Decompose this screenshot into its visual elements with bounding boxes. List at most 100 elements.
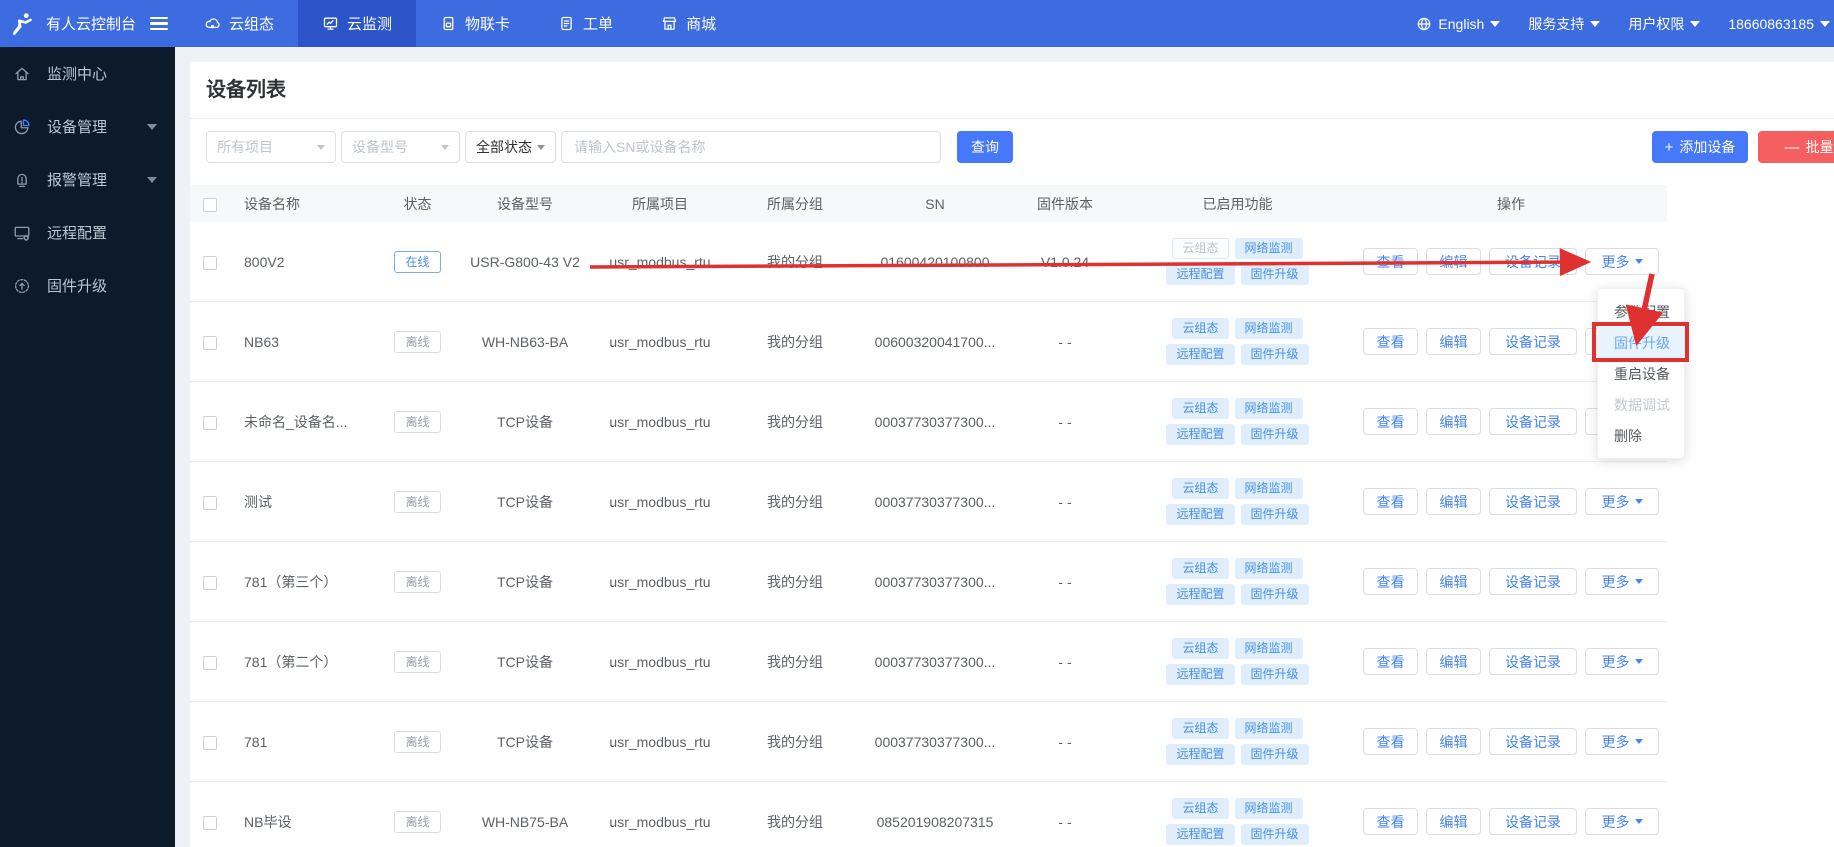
device-record-button[interactable]: 设备记录 [1489,648,1577,675]
feature-tag: 云组态 [1172,478,1228,499]
device-name-cell: 781（第三个） [230,572,375,592]
service-support-menu[interactable]: 服务支持 [1528,14,1600,34]
row-checkbox[interactable] [203,576,217,590]
edit-button[interactable]: 编辑 [1426,248,1481,275]
device-record-button[interactable]: 设备记录 [1489,328,1577,355]
row-checkbox[interactable] [203,336,217,350]
view-button-label: 查看 [1377,572,1405,592]
sidebar-item-label: 远程配置 [47,222,107,243]
edit-button[interactable]: 编辑 [1426,568,1481,595]
feature-tag: 远程配置 [1166,584,1234,605]
tab-store[interactable]: 商城 [637,0,740,47]
user-permission-menu[interactable]: 用户权限 [1628,14,1700,34]
device-record-button[interactable]: 设备记录 [1489,568,1577,595]
dropdown-item[interactable]: 删除 [1598,420,1684,451]
project-cell: usr_modbus_rtu [590,654,730,670]
device-record-button[interactable]: 设备记录 [1489,488,1577,515]
firmware-cell: - - [1010,654,1120,670]
dropdown-item[interactable]: 参数配置 [1598,296,1684,327]
service-support-label: 服务支持 [1528,14,1584,34]
feature-tag: 网络监测 [1235,638,1303,659]
tab-cloud[interactable]: 云组态 [180,0,298,47]
tab-sim-card[interactable]: 物联卡 [416,0,534,47]
view-button[interactable]: 查看 [1363,728,1418,755]
more-button[interactable]: 更多 [1585,568,1659,595]
view-button[interactable]: 查看 [1363,568,1418,595]
row-checkbox[interactable] [203,416,217,430]
tab-label: 工单 [583,13,613,34]
device-model-cell: WH-NB63-BA [460,334,590,350]
more-button[interactable]: 更多 [1585,728,1659,755]
view-button[interactable]: 查看 [1363,328,1418,355]
tab-monitor[interactable]: 云监测 [298,0,416,47]
select-all-checkbox[interactable] [203,198,217,212]
status-badge: 离线 [394,811,440,833]
table-row: 781（第二个）离线TCP设备usr_modbus_rtu我的分组0003773… [190,622,1667,702]
status-filter-select[interactable]: 全部状态 [465,131,556,163]
edit-button[interactable]: 编辑 [1426,488,1481,515]
row-checkbox[interactable] [203,656,217,670]
row-checkbox[interactable] [203,496,217,510]
more-button[interactable]: 更多 [1585,808,1659,835]
device-record-button[interactable]: 设备记录 [1489,808,1577,835]
row-checkbox[interactable] [203,816,217,830]
project-cell: usr_modbus_rtu [590,414,730,430]
sidebar-item-firmware-upgrade[interactable]: 固件升级 [0,259,175,312]
view-button[interactable]: 查看 [1363,408,1418,435]
row-select-cell [190,493,230,509]
device-model-cell: TCP设备 [460,652,590,672]
remote-config-icon [13,224,31,242]
usr-person-logo-icon[interactable] [10,11,36,37]
caret-down-icon [147,177,157,183]
add-device-button[interactable]: + 添加设备 [1652,131,1748,163]
edit-button[interactable]: 编辑 [1426,808,1481,835]
feature-tags: 云组态网络监测远程配置固件升级 [1120,558,1355,605]
language-selector[interactable]: English [1416,16,1500,32]
more-button[interactable]: 更多 [1585,648,1659,675]
view-button[interactable]: 查看 [1363,648,1418,675]
batch-delete-button[interactable]: — 批量删除 [1758,131,1834,163]
firmware-cell: - - [1010,814,1120,830]
row-checkbox[interactable] [203,256,217,270]
column-header: 设备型号 [460,194,590,214]
feature-tag: 固件升级 [1241,344,1309,365]
view-button-label: 查看 [1377,812,1405,832]
sidebar-item-pie-chart[interactable]: 设备管理 [0,100,175,153]
tab-label: 云监测 [347,13,392,34]
feature-tag: 远程配置 [1166,264,1234,285]
device-record-button[interactable]: 设备记录 [1489,728,1577,755]
sidebar-item-alarm[interactable]: 报警管理 [0,153,175,206]
device-record-button[interactable]: 设备记录 [1489,408,1577,435]
edit-button[interactable]: 编辑 [1426,408,1481,435]
more-button-label: 更多 [1602,492,1630,512]
dropdown-item[interactable]: 重启设备 [1598,358,1684,389]
menu-toggle-icon[interactable] [150,17,168,31]
row-checkbox[interactable] [203,736,217,750]
tab-work-order[interactable]: 工单 [534,0,637,47]
more-button[interactable]: 更多 [1585,488,1659,515]
feature-tag-line: 云组态网络监测 [1172,558,1302,579]
sn-cell: 00600320041700... [860,334,1010,350]
edit-button[interactable]: 编辑 [1426,328,1481,355]
device-record-button[interactable]: 设备记录 [1489,248,1577,275]
edit-button[interactable]: 编辑 [1426,728,1481,755]
edit-button[interactable]: 编辑 [1426,648,1481,675]
sidebar-item-remote-config[interactable]: 远程配置 [0,206,175,259]
status-cell: 离线 [375,571,460,593]
feature-tags: 云组态网络监测远程配置固件升级 [1120,798,1355,845]
project-filter-select[interactable]: 所有项目 [206,131,336,163]
feature-tag: 远程配置 [1166,344,1234,365]
status-cell: 离线 [375,651,460,673]
model-filter-select[interactable]: 设备型号 [341,131,460,163]
ops-cell: 查看 编辑设备记录更多 [1355,568,1667,595]
account-menu[interactable]: 18660863185 [1728,16,1830,32]
search-input[interactable] [561,131,941,163]
search-button[interactable]: 查询 [957,131,1013,163]
view-button[interactable]: 查看 [1363,488,1418,515]
sidebar-item-home[interactable]: 监测中心 [0,47,175,100]
view-button[interactable]: 查看 [1363,808,1418,835]
view-button[interactable]: 查看 [1363,248,1418,275]
main-content: 设备列表 所有项目 设备型号 全部状态 查询 + [175,47,1834,847]
dropdown-item[interactable]: 固件升级 [1598,327,1684,358]
more-button[interactable]: 更多 [1585,248,1659,275]
